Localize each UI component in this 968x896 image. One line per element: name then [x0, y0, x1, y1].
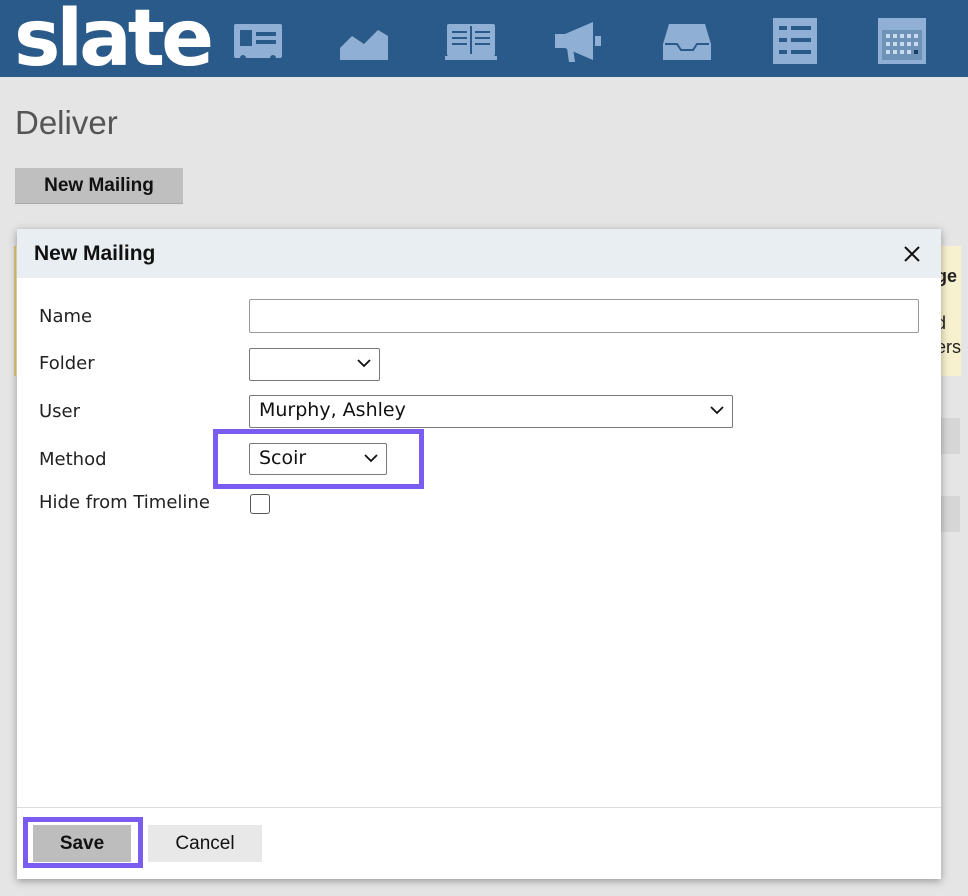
- chevron-down-icon: [710, 406, 724, 415]
- inbox-tray-icon[interactable]: [661, 18, 713, 64]
- megaphone-icon[interactable]: [553, 18, 605, 64]
- user-select[interactable]: Murphy, Ashley: [249, 395, 733, 428]
- method-select[interactable]: Scoir: [249, 443, 387, 475]
- book-icon[interactable]: [445, 18, 497, 64]
- cancel-button[interactable]: Cancel: [148, 825, 262, 862]
- dialog-header: New Mailing: [17, 229, 941, 278]
- top-nav-bar: slate: [0, 0, 968, 84]
- page-title: Deliver: [15, 104, 118, 141]
- slate-logo[interactable]: slate: [14, 0, 214, 84]
- user-label: User: [39, 401, 81, 422]
- save-button[interactable]: Save: [33, 825, 131, 862]
- method-select-value: Scoir: [259, 447, 307, 469]
- dialog-title: New Mailing: [34, 242, 156, 265]
- new-mailing-button[interactable]: New Mailing: [15, 168, 183, 204]
- contact-card-icon[interactable]: [232, 18, 284, 64]
- new-mailing-dialog: New Mailing Name Folder User Murphy, Ash…: [17, 229, 941, 879]
- dialog-footer-divider: [17, 807, 941, 808]
- folder-select[interactable]: [249, 348, 380, 381]
- hide-from-timeline-checkbox[interactable]: [250, 494, 270, 514]
- name-label: Name: [39, 306, 93, 327]
- user-select-value: Murphy, Ashley: [259, 399, 406, 421]
- method-label: Method: [39, 449, 107, 470]
- close-icon[interactable]: [901, 243, 923, 265]
- chevron-down-icon: [364, 454, 378, 463]
- chevron-down-icon: [357, 359, 371, 368]
- list-icon[interactable]: [769, 18, 821, 64]
- name-input[interactable]: [249, 299, 919, 333]
- calendar-icon[interactable]: [876, 18, 928, 64]
- folder-label: Folder: [39, 353, 95, 374]
- hide-from-timeline-label: Hide from Timeline: [39, 492, 210, 513]
- chart-area-icon[interactable]: [338, 18, 390, 64]
